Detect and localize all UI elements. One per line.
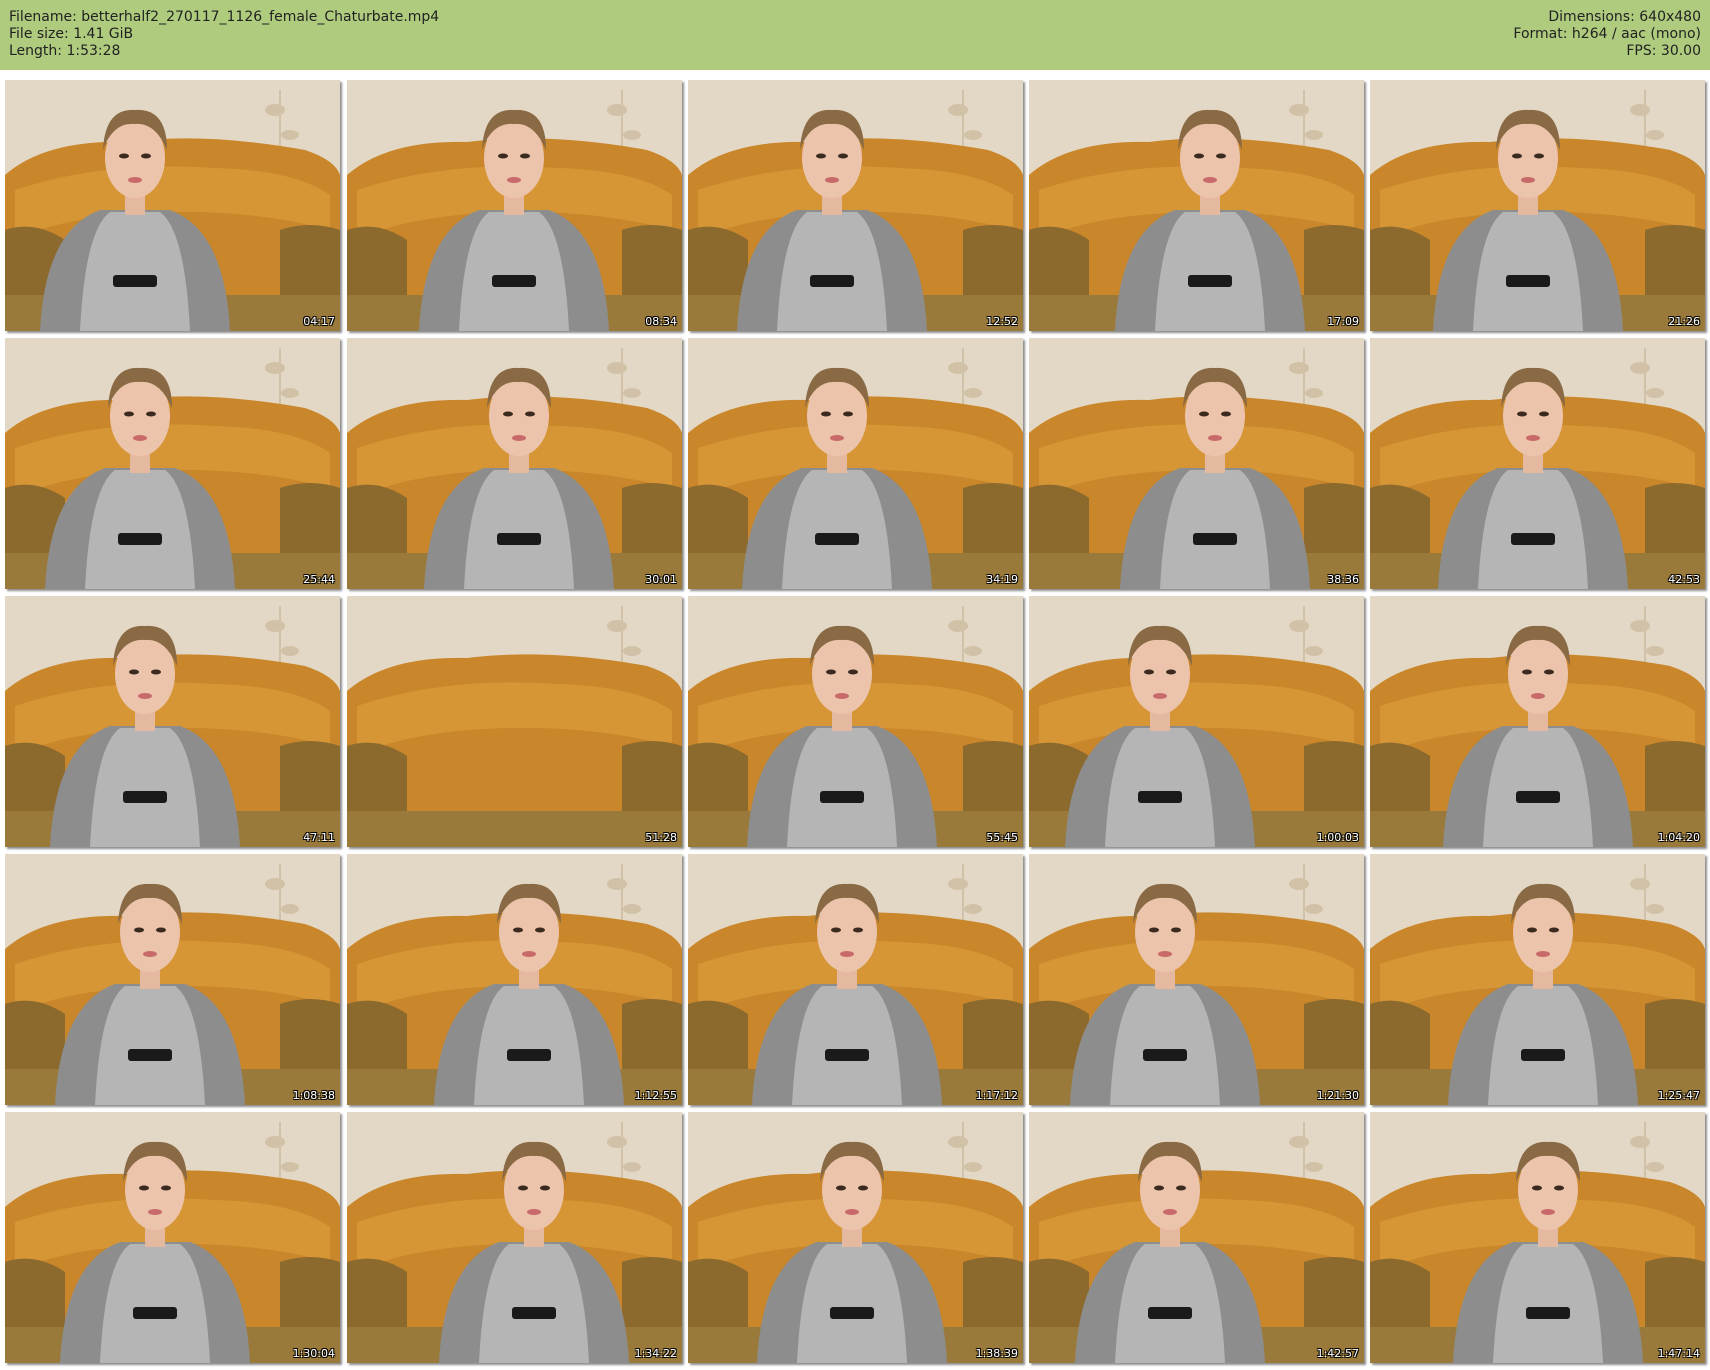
person-on-couch-image [1029,338,1364,589]
thumbnail-frame[interactable]: 21:26 [1370,80,1705,331]
thumbnail-frame[interactable]: 08:34 [347,80,682,331]
timestamp-label: 1:21:30 [1316,1089,1359,1102]
person-on-couch-image [5,1112,340,1363]
thumbnail-frame[interactable]: 1:25:47 [1370,854,1705,1105]
person-on-couch-image [347,1112,682,1363]
person-on-couch-image [1370,80,1705,331]
person-on-couch-image [5,80,340,331]
timestamp-label: 1:42:57 [1316,1347,1359,1360]
thumbnail-frame[interactable]: 1:38:39 [688,1112,1023,1363]
thumbnail-grid: 04:17 08:34 12:52 17:09 21:26 25:44 30:01 34:19… [0,0,1710,1370]
thumbnail-frame[interactable]: 30:01 [347,338,682,589]
thumbnail-frame[interactable]: 12:52 [688,80,1023,331]
timestamp-label: 38:36 [1327,573,1359,586]
person-on-couch-image [688,80,1023,331]
person-on-couch-image [1029,80,1364,331]
thumbnail-frame[interactable]: 42:53 [1370,338,1705,589]
thumbnail-frame[interactable]: 34:19 [688,338,1023,589]
thumbnail-frame[interactable]: 1:47:14 [1370,1112,1705,1363]
thumbnail-frame[interactable]: 1:30:04 [5,1112,340,1363]
thumbnail-frame[interactable]: 1:00:03 [1029,596,1364,847]
timestamp-label: 25:44 [303,573,335,586]
person-on-couch-image [5,338,340,589]
person-on-couch-image [347,338,682,589]
timestamp-label: 1:12:55 [634,1089,677,1102]
person-on-couch-image [1370,338,1705,589]
person-on-couch-image [1370,596,1705,847]
thumbnail-frame[interactable]: 25:44 [5,338,340,589]
thumbnail-frame[interactable]: 51:28 [347,596,682,847]
timestamp-label: 17:09 [1327,315,1359,328]
timestamp-label: 21:26 [1668,315,1700,328]
person-on-couch-image [688,1112,1023,1363]
thumbnail-frame[interactable]: 1:04:20 [1370,596,1705,847]
person-on-couch-image [1029,596,1364,847]
thumbnail-frame[interactable]: 38:36 [1029,338,1364,589]
person-on-couch-image [688,596,1023,847]
person-on-couch-image [688,854,1023,1105]
person-on-couch-image [1370,1112,1705,1363]
thumbnail-frame[interactable]: 04:17 [5,80,340,331]
person-on-couch-image [688,338,1023,589]
person-on-couch-image [1029,854,1364,1105]
thumbnail-frame[interactable]: 1:21:30 [1029,854,1364,1105]
thumbnail-frame[interactable]: 1:42:57 [1029,1112,1364,1363]
timestamp-label: 1:30:04 [292,1347,335,1360]
person-on-couch-image [347,854,682,1105]
person-on-couch-image [1029,1112,1364,1363]
person-on-couch-image [5,854,340,1105]
timestamp-label: 30:01 [645,573,677,586]
thumbnail-frame[interactable]: 1:08:38 [5,854,340,1105]
person-on-couch-image [5,596,340,847]
thumbnail-frame[interactable]: 55:45 [688,596,1023,847]
thumbnail-frame[interactable]: 47:11 [5,596,340,847]
timestamp-label: 42:53 [1668,573,1700,586]
person-on-couch-image [1370,854,1705,1105]
thumbnail-frame[interactable]: 1:12:55 [347,854,682,1105]
timestamp-label: 47:11 [303,831,335,844]
empty-couch-image [347,596,682,847]
timestamp-label: 1:38:39 [975,1347,1018,1360]
thumbnail-frame[interactable]: 17:09 [1029,80,1364,331]
thumbnail-frame[interactable]: 1:17:12 [688,854,1023,1105]
timestamp-label: 1:34:22 [634,1347,677,1360]
timestamp-label: 51:28 [645,831,677,844]
thumbnail-frame[interactable]: 1:34:22 [347,1112,682,1363]
timestamp-label: 08:34 [645,315,677,328]
timestamp-label: 1:00:03 [1316,831,1359,844]
timestamp-label: 1:08:38 [292,1089,335,1102]
timestamp-label: 1:25:47 [1657,1089,1700,1102]
timestamp-label: 12:52 [986,315,1018,328]
person-on-couch-image [347,80,682,331]
timestamp-label: 34:19 [986,573,1018,586]
timestamp-label: 04:17 [303,315,335,328]
timestamp-label: 1:04:20 [1657,831,1700,844]
timestamp-label: 1:47:14 [1657,1347,1700,1360]
timestamp-label: 55:45 [986,831,1018,844]
timestamp-label: 1:17:12 [975,1089,1018,1102]
